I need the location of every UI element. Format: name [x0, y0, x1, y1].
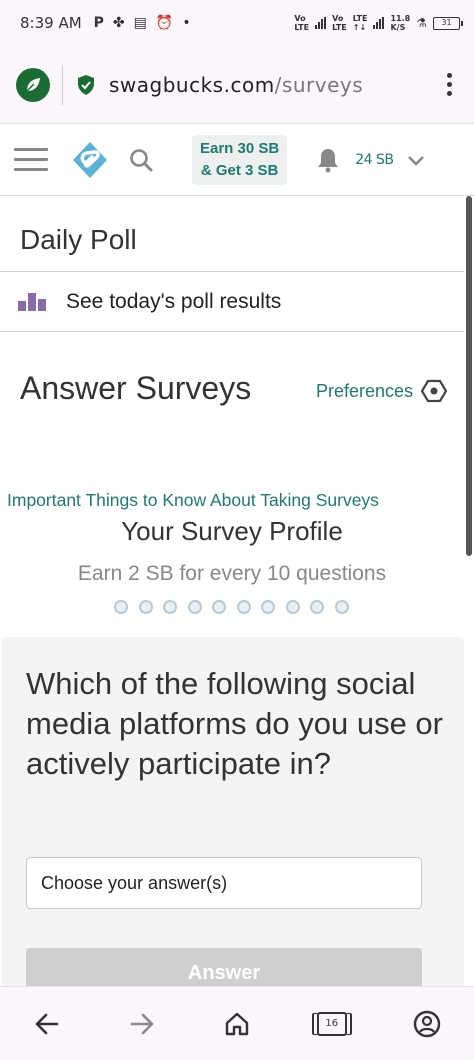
- settings-hex-icon: [420, 378, 448, 404]
- back-arrow-icon[interactable]: [23, 1000, 71, 1048]
- progress-dot: [334, 600, 349, 614]
- secure-shield-icon[interactable]: [75, 74, 97, 96]
- tabs-count: 16: [316, 1011, 347, 1036]
- preferences-link[interactable]: Preferences: [316, 378, 448, 404]
- search-icon[interactable]: [128, 147, 154, 173]
- forward-arrow-icon[interactable]: [118, 1000, 166, 1048]
- survey-profile-subtitle: Earn 2 SB for every 10 questions: [77, 562, 387, 585]
- swagbucks-logo-icon[interactable]: [70, 140, 110, 180]
- signal-1-icon: [315, 17, 327, 29]
- progress-dot: [138, 600, 153, 614]
- notification-icons: P ✤ ▤ ⏰ •: [94, 15, 191, 31]
- pinterest-icon: P: [93, 15, 104, 31]
- bell-icon[interactable]: [315, 147, 341, 173]
- home-icon[interactable]: [213, 1000, 261, 1048]
- browser-bottom-nav: 16: [0, 986, 474, 1060]
- survey-profile-title: Your Survey Profile: [121, 516, 343, 546]
- poll-results-link[interactable]: See today's poll results: [0, 272, 464, 332]
- hamburger-menu-icon[interactable]: [14, 148, 48, 171]
- volte-2-icon: Vo LTE: [332, 14, 347, 32]
- status-bar: 8:39 AM P ✤ ▤ ⏰ • Vo LTE Vo LTE LTE ↑↓ 1…: [0, 0, 474, 46]
- progress-dot: [114, 600, 128, 614]
- url-path: /surveys: [274, 72, 364, 97]
- system-indicators: Vo LTE Vo LTE LTE ↑↓ 11.8 K/S ⚗ 31: [294, 14, 463, 32]
- battery-icon: 31: [433, 16, 463, 30]
- progress-dot: [212, 600, 226, 614]
- url-host: swagbucks.com: [109, 72, 275, 97]
- account-icon[interactable]: [403, 1000, 451, 1048]
- scrollbar-thumb[interactable]: [466, 196, 472, 556]
- question-text: Which of the following social media plat…: [26, 666, 443, 781]
- alarm-icon: ⏰: [155, 15, 174, 31]
- earn-line-2: & Get 3 SB: [200, 161, 279, 179]
- progress-dot: [187, 600, 202, 614]
- volte-1-icon: Vo LTE: [294, 14, 310, 32]
- profile-progress-dots: [114, 600, 349, 614]
- news-icon: ▤: [133, 15, 147, 31]
- browser-url-bar: swagbucks.com/surveys: [0, 46, 474, 124]
- status-time: 8:39 AM: [20, 14, 82, 32]
- app-icon: ✤: [112, 15, 125, 31]
- url-divider: [62, 64, 63, 105]
- lte-icon: LTE ↑↓: [352, 14, 368, 32]
- chevron-down-icon[interactable]: [407, 151, 425, 169]
- important-things-link[interactable]: Important Things to Know About Taking Su…: [7, 490, 379, 511]
- daily-poll-title: Daily Poll: [0, 196, 464, 272]
- network-speed: 11.8 K/S: [390, 14, 411, 32]
- sb-balance[interactable]: 24 SB: [355, 152, 394, 168]
- flask-icon: ⚗: [416, 16, 427, 30]
- progress-dot: [285, 600, 300, 614]
- tabs-icon[interactable]: 16: [308, 1000, 356, 1048]
- url-field[interactable]: swagbucks.com/surveys: [109, 73, 363, 97]
- progress-dot: [163, 600, 177, 614]
- earn-bonus-button[interactable]: Earn 30 SB & Get 3 SB: [192, 134, 288, 185]
- more-notifications-icon: •: [182, 15, 191, 31]
- browser-menu-icon[interactable]: [441, 69, 458, 100]
- progress-dot: [261, 600, 275, 614]
- progress-dot: [310, 600, 324, 614]
- poll-results-label: See today's poll results: [66, 289, 282, 313]
- signal-2-icon: [373, 17, 385, 29]
- progress-dot: [236, 600, 251, 614]
- answer-select[interactable]: Choose your answer(s): [26, 857, 422, 909]
- site-header: Earn 30 SB & Get 3 SB 24 SB: [0, 124, 474, 196]
- earn-line-1: Earn 30 SB: [200, 139, 280, 157]
- browser-logo-icon[interactable]: [16, 67, 50, 102]
- page-scrollbar[interactable]: [464, 196, 474, 986]
- phone-screen: 8:39 AM P ✤ ▤ ⏰ • Vo LTE Vo LTE LTE ↑↓ 1…: [0, 0, 474, 1060]
- answer-surveys-title: Answer Surveys: [20, 370, 252, 406]
- preferences-label: Preferences: [316, 380, 414, 401]
- bar-chart-icon: [18, 292, 46, 311]
